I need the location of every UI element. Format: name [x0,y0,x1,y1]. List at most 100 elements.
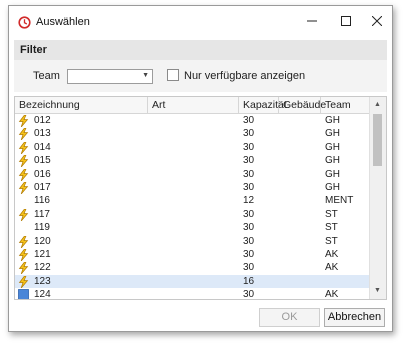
team-dropdown[interactable]: ▼ [67,69,153,84]
column-header-gebaeude[interactable]: Gebäude [279,97,326,113]
minimize-icon [307,20,317,22]
lightning-icon [18,168,30,182]
grid-header: Bezeichnung Art Kapazität Gebäude Team [15,97,371,114]
title-bar: Auswählen [9,6,392,38]
row-name: 012 [34,115,51,126]
lightning-icon [18,248,30,262]
row-team: AK [325,248,339,260]
row-icon-placeholder [18,195,30,208]
select-dialog: Auswählen Filter Team ▼ Nur verfügbare a… [8,5,393,332]
filter-header: Filter [14,40,387,60]
row-capacity: 30 [243,235,255,247]
row-team: GH [325,128,340,140]
table-row[interactable]: 119 30 ST [15,221,371,234]
row-capacity: 30 [243,248,255,260]
lightning-icon [18,275,30,289]
row-capacity: 30 [243,208,255,220]
vertical-scrollbar[interactable]: ▲ ▼ [369,97,386,299]
table-row[interactable]: 122 30 AK [15,261,371,275]
table-row[interactable]: 016 30 GH [15,168,371,181]
table-row[interactable]: 121 30 AK [15,248,371,262]
row-team: AK [325,262,339,274]
row-team: GH [325,181,340,193]
row-team: GH [325,141,340,153]
table-row[interactable]: 120 30 ST [15,235,371,248]
row-name: 013 [34,128,51,140]
lightning-icon [18,154,30,168]
column-header-team[interactable]: Team [321,97,371,113]
close-button[interactable] [360,6,392,36]
row-name: 120 [34,235,51,247]
table-row[interactable]: 012 30 GH [15,114,371,128]
scroll-down-icon[interactable]: ▼ [370,284,385,298]
scroll-thumb[interactable] [373,114,382,166]
row-name: 121 [34,248,51,260]
table-row[interactable]: 117 30 ST [15,208,371,221]
maximize-icon [341,16,351,26]
close-icon [372,16,382,26]
grid-rows: 012 30 GH 013 30 GH 014 30 GH 015 30 GH 016 30 GH 017 30… [15,114,371,300]
row-name: 123 [34,275,51,287]
row-name: 122 [34,262,51,274]
row-name: 117 [34,208,50,220]
row-name: 119 [34,222,50,234]
row-team: GH [325,168,340,180]
lightning-icon [18,235,30,249]
column-header-kapazitaet[interactable]: Kapazität [239,97,287,113]
column-header-art[interactable]: Art [148,97,239,113]
lightning-icon [18,128,30,141]
row-team: ST [325,235,338,247]
cancel-button[interactable]: Abbrechen [324,308,385,327]
maximize-button[interactable] [329,6,363,36]
lightning-icon [18,261,30,275]
row-team: ST [325,208,338,220]
row-team: ST [325,222,338,234]
chevron-down-icon: ▼ [142,72,149,79]
rooms-grid: Bezeichnung Art Kapazität Gebäude Team 0… [14,96,387,300]
blue-square-icon [18,289,30,299]
row-capacity: 30 [243,128,255,140]
row-name: 016 [34,168,51,180]
row-team: GH [325,155,340,167]
team-label: Team [33,70,60,82]
row-capacity: 30 [243,222,255,234]
clock-icon [18,16,31,29]
row-team: GH [325,115,340,126]
row-team: MENT [325,195,354,207]
available-only-label[interactable]: Nur verfügbare anzeigen [184,70,305,82]
lightning-icon [18,141,30,155]
table-row[interactable]: 015 30 GH [15,154,371,168]
lightning-icon [18,181,30,195]
ok-button[interactable]: OK [259,308,320,327]
lightning-icon [18,208,30,222]
row-capacity: 30 [243,115,255,126]
filter-panel: Team ▼ Nur verfügbare anzeigen [14,60,387,92]
row-name: 017 [34,181,51,193]
table-row[interactable]: 123 16 [15,274,371,289]
row-name: 124 [34,289,51,300]
row-capacity: 30 [243,262,255,274]
row-name: 116 [34,195,50,207]
row-capacity: 30 [243,141,255,153]
row-team: AK [325,289,339,300]
row-name: 014 [34,141,51,153]
row-capacity: 30 [243,155,255,167]
row-capacity: 30 [243,168,255,180]
table-row[interactable]: 017 30 GH [15,181,371,195]
row-capacity: 30 [243,289,255,300]
available-only-checkbox[interactable] [167,69,179,81]
table-row[interactable]: 124 30 AK [15,288,371,300]
minimize-button[interactable] [295,6,329,36]
lightning-icon [18,114,30,128]
row-capacity: 30 [243,181,255,193]
row-capacity: 16 [243,275,255,287]
table-row[interactable]: 116 12 MENT [15,194,371,207]
scroll-up-icon[interactable]: ▲ [370,98,385,112]
table-row[interactable]: 014 30 GH [15,141,371,155]
window-title: Auswählen [36,16,90,28]
row-capacity: 12 [243,195,255,207]
row-icon-placeholder [18,222,30,235]
column-header-bezeichnung[interactable]: Bezeichnung [15,97,148,113]
table-row[interactable]: 013 30 GH [15,127,371,141]
row-name: 015 [34,155,51,167]
